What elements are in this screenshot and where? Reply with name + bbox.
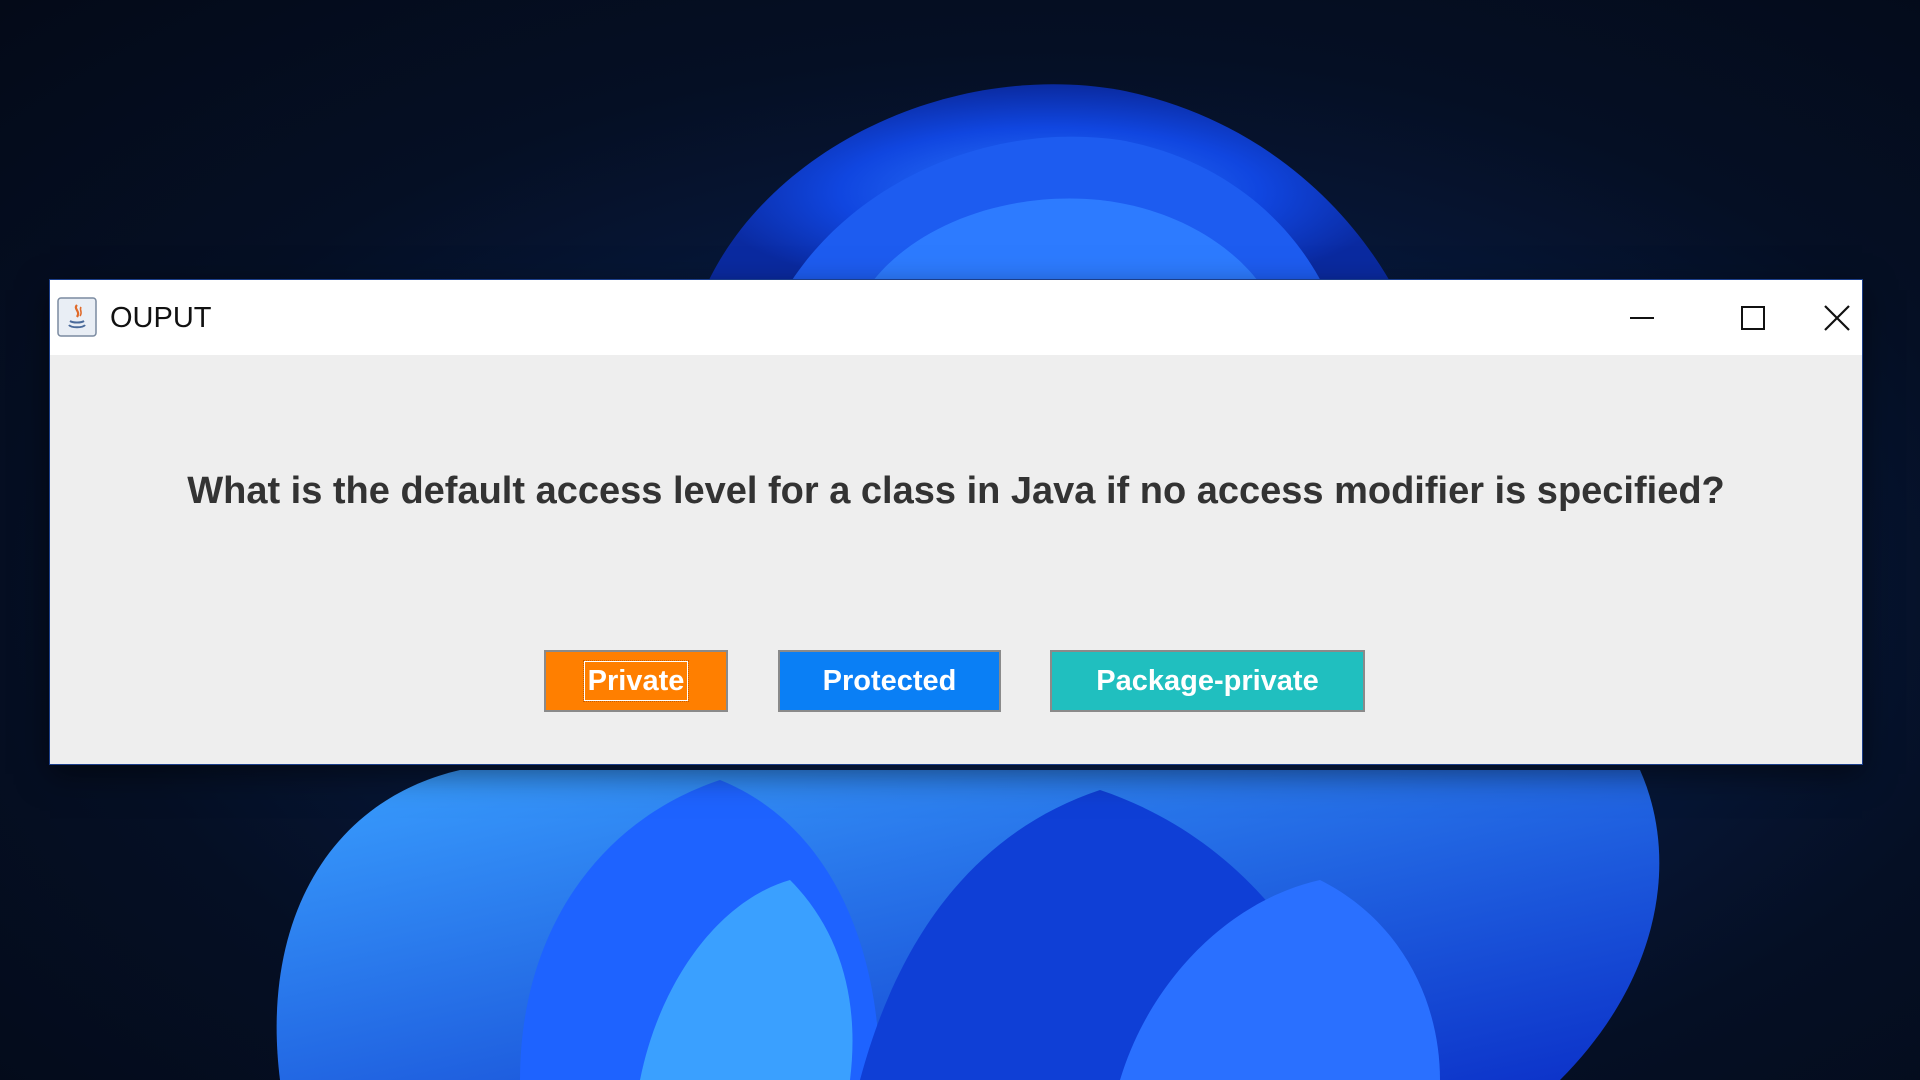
java-app-icon [57,297,97,337]
minimize-button[interactable] [1587,280,1697,355]
answer-label: Private [582,660,690,702]
maximize-button[interactable] [1698,280,1808,355]
answer-label: Protected [822,664,957,697]
title-bar[interactable]: OUPUT [50,280,1862,355]
close-icon [1824,304,1850,331]
answer-label: Package-private [1096,664,1319,697]
answer-protected-button[interactable]: Protected [778,650,1001,712]
close-button[interactable] [1812,280,1862,355]
window-title: OUPUT [110,302,212,334]
maximize-icon [1741,305,1765,330]
minimize-icon [1630,316,1654,319]
answer-private-button[interactable]: Private [544,650,728,712]
answer-package-private-button[interactable]: Package-private [1050,650,1365,712]
question-text: What is the default access level for a c… [187,470,1725,512]
app-window: OUPUT What is the default access level f… [50,280,1862,764]
